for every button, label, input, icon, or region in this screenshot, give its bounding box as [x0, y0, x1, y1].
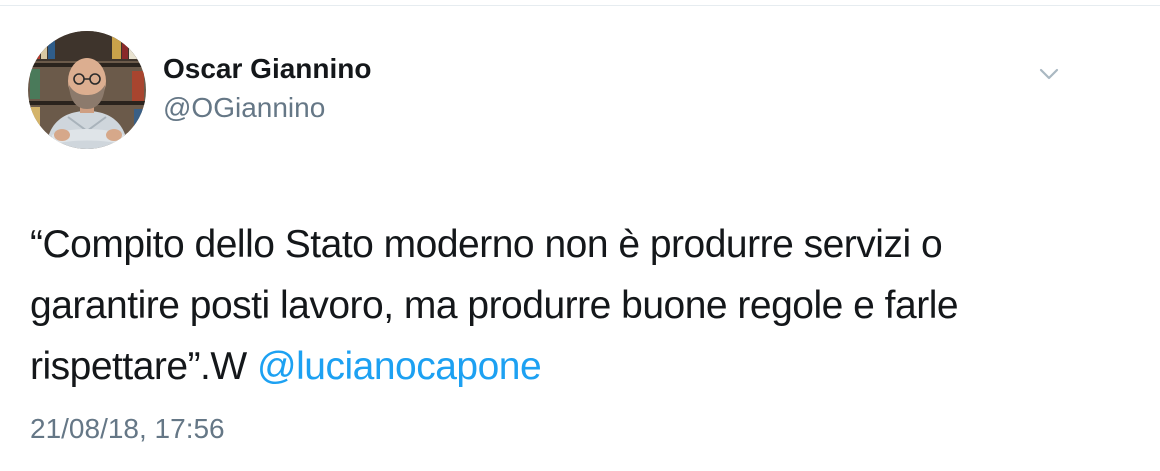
- chevron-down-icon[interactable]: [1032, 58, 1066, 88]
- user-handle[interactable]: @OGiannino: [163, 91, 325, 125]
- tweet-text-line: rispettare”.W: [30, 345, 258, 388]
- tweet-card: Oscar Giannino @OGiannino “Compito dello…: [0, 0, 1160, 471]
- mention-link[interactable]: @lucianocapone: [257, 345, 542, 388]
- tweet-text-line: “Compito dello Stato moderno non è produ…: [30, 223, 943, 266]
- tweet-text-line: garantire posti lavoro, ma produrre buon…: [30, 284, 959, 327]
- avatar[interactable]: [28, 31, 146, 149]
- tweet-timestamp[interactable]: 21/08/18, 17:56: [30, 412, 225, 446]
- tweet-text: “Compito dello Stato moderno non è produ…: [30, 214, 1140, 397]
- avatar-photo: [28, 31, 146, 149]
- display-name[interactable]: Oscar Giannino: [163, 52, 372, 86]
